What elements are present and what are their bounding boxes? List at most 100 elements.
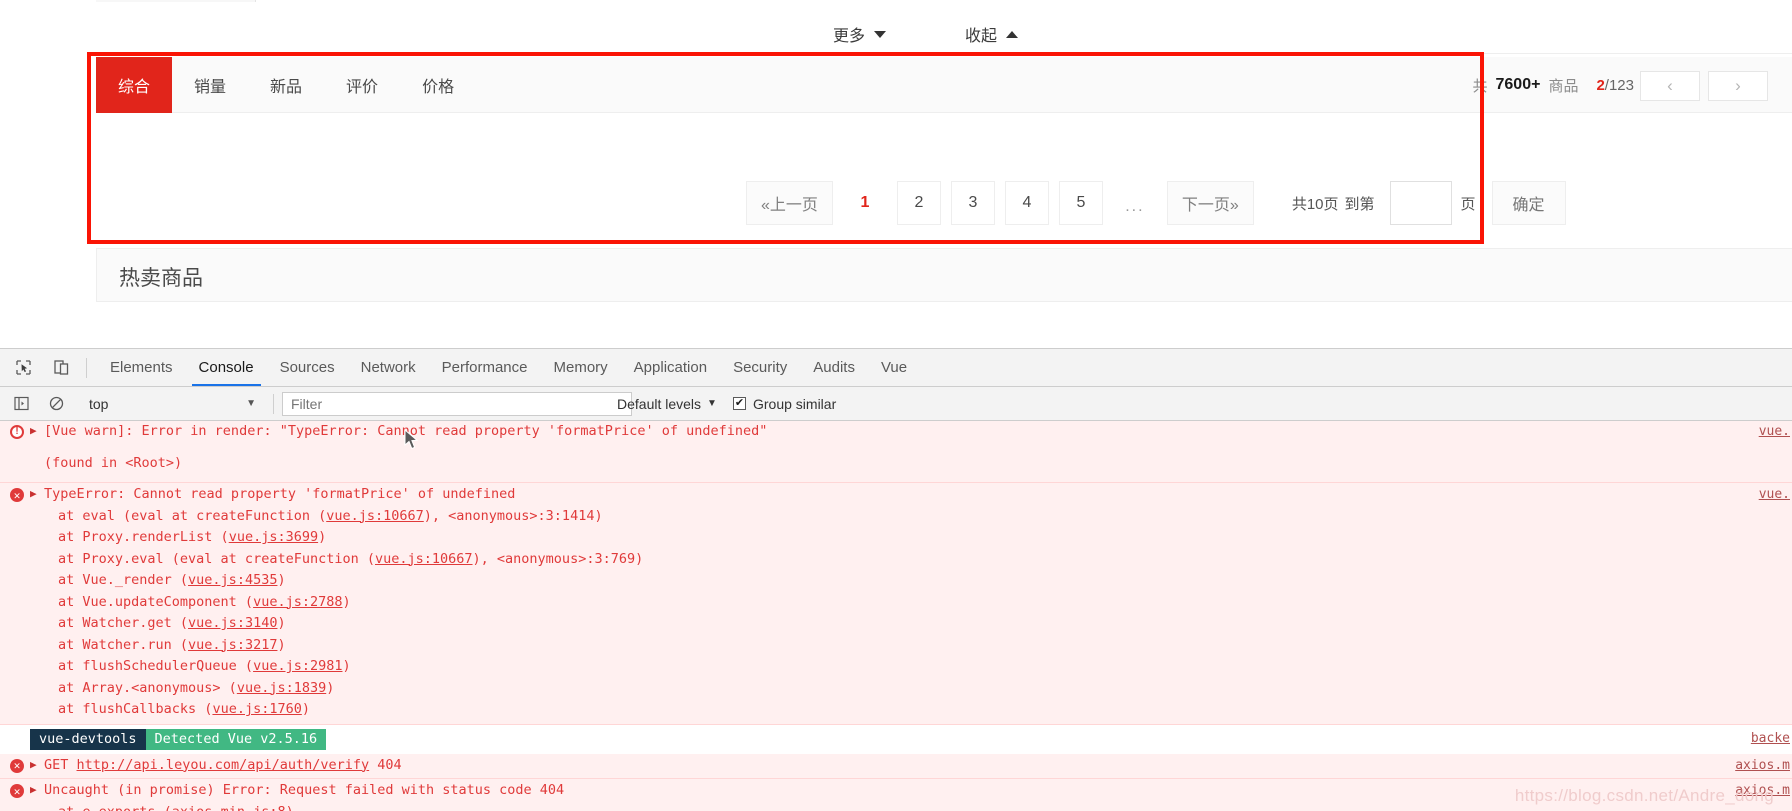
sort-tab-list: 综合 销量 新品 评价 价格: [96, 57, 476, 113]
tab-sources[interactable]: Sources: [267, 349, 348, 386]
execution-context-select[interactable]: top ▼: [80, 392, 265, 416]
pagination-jump: 共10页 到第 页 确定: [1292, 181, 1566, 225]
more-filters-label: 更多: [833, 28, 866, 45]
pagination-page-3[interactable]: 3: [950, 181, 995, 225]
console-sidebar-icon[interactable]: [7, 392, 35, 416]
group-similar-checkbox[interactable]: ✔ Group similar: [733, 396, 836, 412]
device-toolbar-icon[interactable]: [46, 354, 76, 382]
vue-devtools-badge-left: vue-devtools: [30, 728, 146, 750]
stack-frame-link[interactable]: vue.js:1839: [237, 680, 326, 696]
page-left-gutter: [0, 0, 96, 348]
sort-tab-sales[interactable]: 销量: [172, 57, 248, 113]
console-entry-typeerror[interactable]: ✕ ▶ TypeError: Cannot read property 'for…: [0, 483, 1792, 725]
pagination-confirm-button[interactable]: 确定: [1491, 181, 1566, 225]
stack-frame-link[interactable]: vue.js:1760: [212, 701, 301, 717]
tab-security[interactable]: Security: [720, 349, 800, 386]
log-levels-dropdown[interactable]: Default levels ▼: [617, 396, 717, 412]
pagination-page-4[interactable]: 4: [1004, 181, 1049, 225]
page-bottom-filler: [96, 302, 1792, 348]
http-status: 404: [377, 756, 402, 773]
stack-frame-link[interactable]: vue.js:10667: [375, 551, 473, 567]
stack-frame-link[interactable]: axios.min.js:8: [172, 804, 286, 811]
stack-frame-link[interactable]: vue.js:3217: [188, 637, 277, 653]
console-entry-source[interactable]: axios.m: [1735, 758, 1790, 773]
sort-tab-label: 销量: [194, 79, 227, 96]
check-icon: ✔: [734, 397, 745, 409]
sort-bar: 综合 销量 新品 评价 价格 共 7600+ 商品 2/123 ‹ ›: [96, 57, 1792, 113]
console-entry-get-404[interactable]: ✕ ▶ GET http://api.leyou.com/api/auth/ve…: [0, 753, 1792, 779]
console-entry-vue-warn[interactable]: ! ▶ [Vue warn]: Error in render: "TypeEr…: [0, 421, 1792, 483]
chevron-up-icon: [1006, 30, 1019, 38]
tab-memory[interactable]: Memory: [541, 349, 621, 386]
tab-application[interactable]: Application: [621, 349, 720, 386]
tab-label: Network: [360, 359, 416, 376]
stack-frame-link[interactable]: vue.js:3699: [229, 529, 318, 545]
pagination-prev-button[interactable]: «上一页: [746, 181, 833, 225]
console-filterbar: top ▼ Default levels ▼ ✔ Group similar: [0, 387, 1792, 421]
console-filter-input[interactable]: [282, 391, 632, 416]
devtools-tabbar: Elements Console Sources Network Perform…: [0, 349, 1792, 387]
stack-frame-link[interactable]: vue.js:10667: [326, 508, 424, 524]
clear-console-icon[interactable]: [42, 392, 70, 416]
pagination-page-1[interactable]: 1: [843, 181, 887, 225]
chevron-right-icon[interactable]: ›: [1708, 71, 1768, 101]
tab-audits[interactable]: Audits: [800, 349, 868, 386]
hot-goods-title: 热卖商品: [119, 267, 203, 290]
hot-goods-section: 热卖商品: [96, 248, 1792, 302]
stack-frame: at Watcher.run (vue.js:3217): [58, 636, 286, 653]
pagination-next-button[interactable]: 下一页»: [1166, 181, 1254, 225]
stack-frame: at Proxy.renderList (vue.js:3699): [58, 529, 327, 545]
tab-vue[interactable]: Vue: [868, 349, 920, 386]
page-indicator-total: 123: [1608, 76, 1634, 94]
stack-frame: at Proxy.eval (eval at createFunction (v…: [58, 550, 644, 567]
request-url[interactable]: http://api.leyou.com/api/auth/verify: [77, 757, 370, 773]
result-count: 共 7600+ 商品 2/123: [1472, 57, 1634, 113]
chevron-left-icon[interactable]: ‹: [1640, 71, 1700, 101]
tab-elements[interactable]: Elements: [97, 349, 186, 386]
sort-tab-label: 价格: [422, 79, 455, 96]
expand-arrow-icon[interactable]: ▶: [30, 424, 37, 437]
pagination-page-5[interactable]: 5: [1058, 181, 1103, 225]
sort-tab-label: 新品: [270, 79, 303, 96]
console-entry-text: GET http://api.leyou.com/api/auth/verify…: [0, 754, 1792, 779]
inspect-element-icon[interactable]: [8, 354, 38, 382]
console-entry-source[interactable]: vue.: [1759, 487, 1790, 502]
tab-label: Memory: [553, 359, 608, 376]
pagination-jump-input[interactable]: [1389, 181, 1452, 225]
tab-label: Application: [633, 359, 708, 376]
console-entry-vue-devtools[interactable]: vue-devtools Detected Vue v2.5.16 backe: [0, 724, 1792, 754]
stack-frame: at Array.<anonymous> (vue.js:1839): [58, 679, 335, 696]
sort-tab-comprehensive[interactable]: 综合: [96, 57, 173, 113]
more-filters-toggle[interactable]: 更多: [833, 22, 887, 46]
sort-tab-new[interactable]: 新品: [248, 57, 324, 113]
stack-frame-link[interactable]: vue.js:2981: [253, 658, 342, 674]
chevron-down-icon: ▼: [707, 398, 717, 409]
page-content: 更多 收起 综合 销量 新品 评价 价格 共 7600+ 商品 2/123 ‹ …: [96, 0, 1792, 348]
stack-frame-link[interactable]: vue.js:3140: [188, 615, 277, 631]
stack-frame-link[interactable]: vue.js:4535: [188, 572, 277, 588]
console-entry-source[interactable]: backe: [1751, 731, 1790, 746]
filterbar-divider: [273, 393, 274, 414]
checkbox-box: ✔: [733, 397, 746, 410]
expand-arrow-icon[interactable]: ▶: [30, 758, 37, 771]
tab-performance[interactable]: Performance: [429, 349, 541, 386]
console-entry-source[interactable]: vue.: [1759, 424, 1790, 439]
tab-network[interactable]: Network: [348, 349, 429, 386]
collapse-filters-label: 收起: [965, 28, 998, 45]
count-prefix: 共: [1472, 77, 1488, 95]
pagination-page-2[interactable]: 2: [896, 181, 941, 225]
expand-arrow-icon[interactable]: ▶: [30, 783, 37, 796]
tab-label: Audits: [813, 359, 855, 376]
sort-tab-price[interactable]: 价格: [400, 57, 476, 113]
collapse-filters-toggle[interactable]: 收起: [965, 22, 1019, 46]
sort-tab-rating[interactable]: 评价: [324, 57, 400, 113]
chevron-down-icon: [874, 30, 887, 38]
tab-label: Vue: [880, 359, 908, 376]
page-indicator: 2/123: [1596, 77, 1634, 94]
tab-console[interactable]: Console: [186, 349, 267, 386]
error-icon: ✕: [10, 758, 24, 773]
vue-devtools-badge: vue-devtools Detected Vue v2.5.16: [30, 728, 327, 750]
stack-frame-link[interactable]: vue.js:2788: [253, 594, 342, 610]
group-similar-label: Group similar: [753, 395, 837, 412]
expand-arrow-icon[interactable]: ▶: [30, 487, 37, 500]
